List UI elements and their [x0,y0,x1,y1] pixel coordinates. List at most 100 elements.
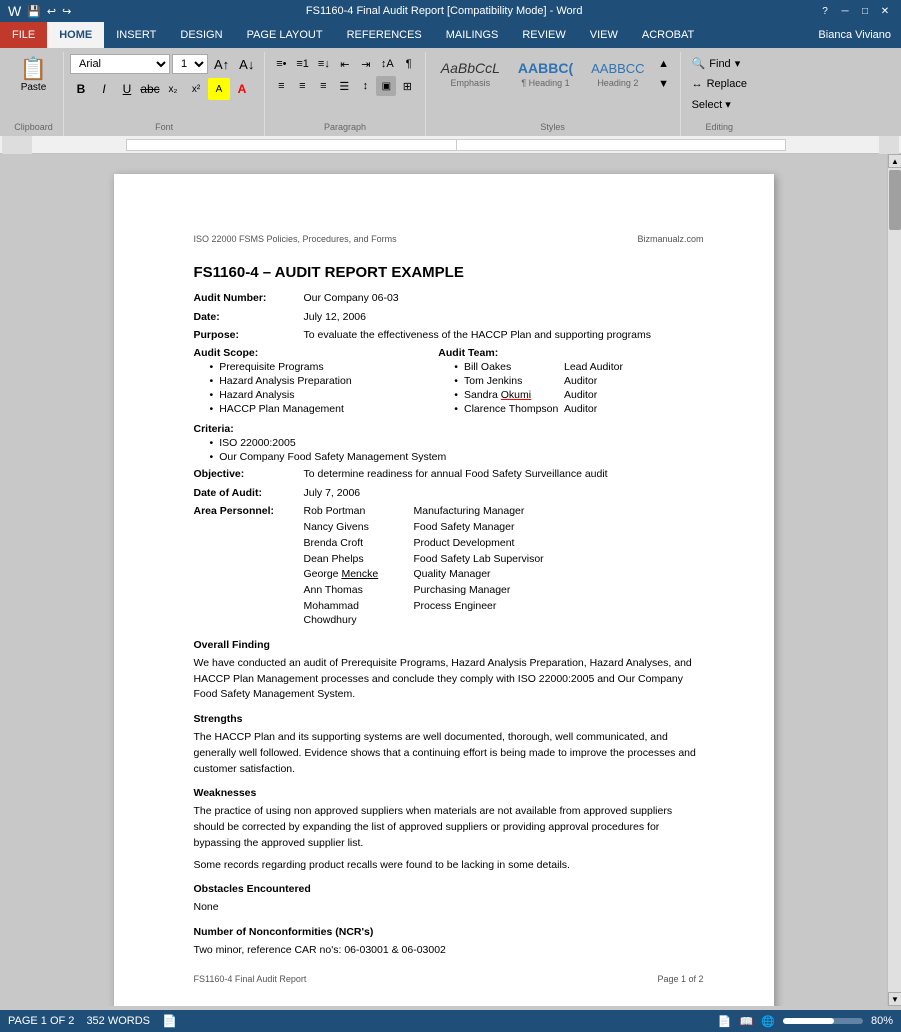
strengths-title: Strengths [194,713,704,725]
font-group: Arial 12 A↑ A↓ B I U abc x₂ x² A A Font [64,52,265,136]
document-title-text: FS1160-4 – AUDIT REPORT EXAMPLE [194,264,704,281]
tab-references[interactable]: REFERENCES [335,22,434,48]
decrease-font-btn[interactable]: A↓ [235,54,258,74]
team-member-3: • Sandra Okumi Auditor [454,389,703,401]
select-button[interactable]: Select ▾ [687,95,752,114]
styles-label: Styles [540,120,565,134]
styles-scroll-up[interactable]: ▲ [654,54,674,74]
tab-review[interactable]: REVIEW [510,22,577,48]
replace-label: Replace [707,78,747,90]
quick-access-save[interactable]: 💾 [27,5,41,18]
para-row-2: ≡ ≡ ≡ ☰ ↕ ▣ ⊞ [271,76,418,96]
increase-indent-button[interactable]: ⇥ [356,54,376,74]
criteria-row: Criteria: • ISO 22000:2005 • Our Company… [194,423,704,463]
page-header-right: Bizmanualz.com [637,234,703,244]
quick-access-undo[interactable]: ↩ [47,5,56,18]
view-reading-icon[interactable]: 📖 [740,1015,754,1028]
objective-value: To determine readiness for annual Food S… [304,467,704,482]
editing-label: Editing [705,120,733,134]
page-header-left: ISO 22000 FSMS Policies, Procedures, and… [194,234,397,244]
superscript-button[interactable]: x² [185,78,207,100]
text-highlight-button[interactable]: A [208,78,230,100]
shading-button[interactable]: ▣ [376,76,396,96]
status-right: 📄 📖 🌐 80% [718,1015,893,1028]
criteria-label: Criteria: [194,423,704,435]
styles-scroll: ▲ ▼ [654,54,674,94]
page-count: PAGE 1 OF 2 [8,1015,74,1027]
style-emphasis[interactable]: AaBbCcL Emphasis [432,55,509,93]
restore-button[interactable]: □ [857,4,873,18]
view-web-icon[interactable]: 🌐 [761,1015,775,1028]
scroll-track[interactable] [888,168,901,992]
decrease-indent-button[interactable]: ⇤ [335,54,355,74]
styles-scroll-down[interactable]: ▼ [654,74,674,94]
criteria-item-2: • Our Company Food Safety Management Sys… [210,451,704,463]
minimize-button[interactable]: ─ [837,4,853,18]
font-name-select[interactable]: Arial [70,54,170,74]
clipboard-group: 📋 Paste Clipboard [4,52,64,136]
find-label: Find [709,58,730,70]
editing-group: 🔍 Find ▾ ↔ Replace Select ▾ Editing [681,52,758,136]
tab-home[interactable]: HOME [47,22,104,48]
font-row-1: Arial 12 A↑ A↓ [70,54,258,74]
subscript-button[interactable]: x₂ [162,78,184,100]
line-spacing-button[interactable]: ↕ [355,76,375,96]
tab-view[interactable]: VIEW [578,22,630,48]
criteria-list: • ISO 22000:2005 • Our Company Food Safe… [210,437,704,463]
bold-button[interactable]: B [70,78,92,100]
objective-row: Objective: To determine readiness for an… [194,467,704,482]
tab-insert[interactable]: INSERT [104,22,168,48]
help-button[interactable]: ? [817,4,833,18]
obstacles-text: None [194,900,704,916]
tab-design[interactable]: DESIGN [168,22,234,48]
align-right-button[interactable]: ≡ [313,76,333,96]
strikethrough-button[interactable]: abc [139,78,161,100]
scroll-thumb[interactable] [889,170,901,230]
find-icon: 🔍 [692,57,706,70]
area-personnel-row: Area Personnel: Rob Portman Manufacturin… [194,504,704,629]
audit-number-value: Our Company 06-03 [304,291,704,306]
page-footer: FS1160-4 Final Audit Report Page 1 of 2 [194,974,704,984]
increase-font-btn[interactable]: A↑ [210,54,233,74]
view-print-icon[interactable]: 📄 [718,1015,732,1028]
align-left-button[interactable]: ≡ [271,76,291,96]
scroll-down-arrow[interactable]: ▼ [888,992,901,1006]
style-h1-preview: AABBC( [518,60,573,76]
borders-button[interactable]: ⊞ [397,76,417,96]
tab-acrobat[interactable]: ACROBAT [630,22,706,48]
font-color-button[interactable]: A [231,78,253,100]
strengths-text: The HACCP Plan and its supporting system… [194,730,704,777]
tab-mailings[interactable]: MAILINGS [434,22,511,48]
audit-number-label: Audit Number: [194,291,304,306]
tab-file[interactable]: FILE [0,22,47,48]
ruler [0,136,901,154]
pilcrow-button[interactable]: ¶ [399,54,419,74]
tab-page-layout[interactable]: PAGE LAYOUT [235,22,335,48]
style-h2-preview: AABBCC [591,61,644,76]
paste-area: 📋 Paste [14,54,54,94]
scroll-up-arrow[interactable]: ▲ [888,154,901,168]
font-size-select[interactable]: 12 [172,54,208,74]
multilevel-button[interactable]: ≡↓ [314,54,334,74]
sort-button[interactable]: ↕A [377,54,398,74]
person-3: Brenda Croft Product Development [304,536,544,551]
date-audit-label: Date of Audit: [194,486,304,501]
find-button[interactable]: 🔍 Find ▾ [687,54,752,73]
paste-button[interactable]: 📋 Paste [14,54,54,94]
replace-button[interactable]: ↔ Replace [687,75,752,93]
date-audit-row: Date of Audit: July 7, 2006 [194,486,704,501]
close-button[interactable]: ✕ [877,4,893,18]
quick-access-redo[interactable]: ↪ [62,5,71,18]
underline-button[interactable]: U [116,78,138,100]
format-row: B I U abc x₂ x² A A [70,78,258,100]
status-left: PAGE 1 OF 2 352 WORDS 📄 [8,1014,177,1028]
bullets-button[interactable]: ≡• [271,54,291,74]
style-heading1[interactable]: AABBC( ¶ Heading 1 [509,55,582,93]
paragraph-group: ≡• ≡1 ≡↓ ⇤ ⇥ ↕A ¶ ≡ ≡ ≡ ☰ ↕ ▣ ⊞ Paragrap… [265,52,425,136]
style-heading2[interactable]: AABBCC Heading 2 [582,56,653,93]
italic-button[interactable]: I [93,78,115,100]
numbering-button[interactable]: ≡1 [292,54,313,74]
justify-button[interactable]: ☰ [334,76,354,96]
align-center-button[interactable]: ≡ [292,76,312,96]
person-1: Rob Portman Manufacturing Manager [304,504,544,519]
